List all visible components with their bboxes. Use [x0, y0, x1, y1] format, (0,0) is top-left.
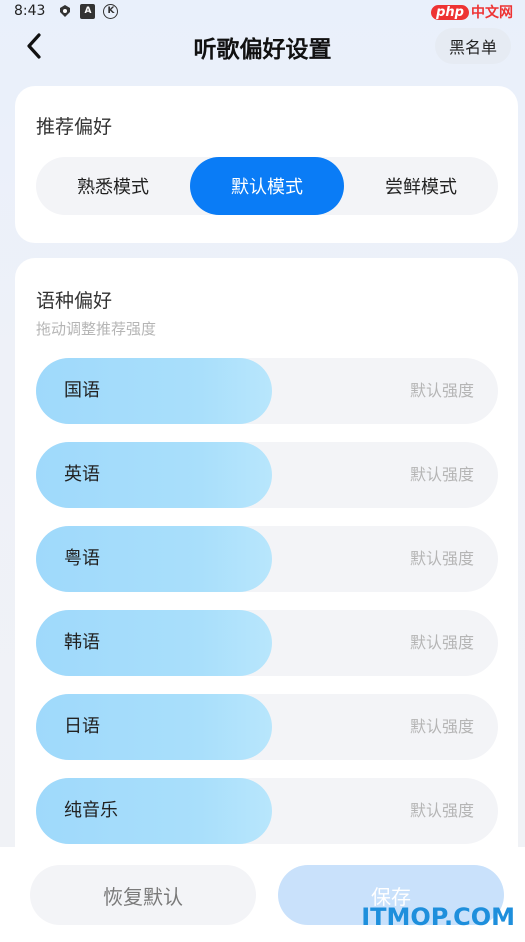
watermark-cn: 中文网: [471, 5, 513, 21]
language-strength-label: 默认强度: [409, 717, 474, 736]
language-name: 韩语: [64, 632, 100, 653]
language-strength-label: 默认强度: [409, 381, 474, 400]
language-slider-row[interactable]: 日语 默认强度: [36, 694, 498, 760]
language-subtitle: 拖动调整推荐强度: [36, 320, 157, 338]
language-strength-label: 默认强度: [409, 465, 474, 484]
mode-switch: 熟悉模式 默认模式 尝鲜模式: [36, 157, 498, 215]
watermark-top: php 中文网: [431, 2, 513, 22]
language-preference-card: 语种偏好 拖动调整推荐强度 国语 默认强度 英语 默认强度 粤语 默认强度 韩语 默认强度 日语…: [15, 258, 518, 942]
language-slider-row[interactable]: 粤语 默认强度: [36, 526, 498, 592]
blacklist-button[interactable]: 黑名单: [434, 28, 511, 64]
watermark-bottom: ITMOP.COM: [361, 903, 515, 931]
shield-icon: [57, 4, 72, 19]
a-icon: A: [80, 3, 96, 19]
language-name: 粤语: [64, 548, 100, 569]
language-name: 英语: [64, 464, 100, 485]
language-name: 日语: [64, 716, 100, 737]
language-title: 语种偏好: [36, 290, 113, 312]
language-slider-row[interactable]: 英语 默认强度: [36, 442, 498, 508]
recommend-preference-card: 推荐偏好 熟悉模式 默认模式 尝鲜模式: [15, 86, 518, 243]
language-name: 国语: [64, 380, 100, 401]
language-strength-label: 默认强度: [409, 633, 474, 652]
status-time: 8:43: [14, 3, 46, 19]
language-slider-row[interactable]: 韩语 默认强度: [36, 610, 498, 676]
language-strength-label: 默认强度: [409, 801, 474, 820]
mode-explore[interactable]: 尝鲜模式: [344, 157, 498, 215]
mode-familiar[interactable]: 熟悉模式: [36, 157, 190, 215]
recommend-title: 推荐偏好: [36, 116, 113, 138]
language-slider-row[interactable]: 纯音乐 默认强度: [36, 778, 498, 844]
mode-default[interactable]: 默认模式: [190, 157, 344, 215]
header: 听歌偏好设置 黑名单: [0, 24, 525, 68]
language-strength-label: 默认强度: [409, 549, 474, 568]
watermark-php: php: [431, 4, 469, 20]
language-slider-row[interactable]: 国语 默认强度: [36, 358, 498, 424]
language-name: 纯音乐: [64, 800, 118, 821]
reset-button[interactable]: 恢复默认: [30, 865, 256, 925]
k-icon: K: [103, 3, 119, 19]
